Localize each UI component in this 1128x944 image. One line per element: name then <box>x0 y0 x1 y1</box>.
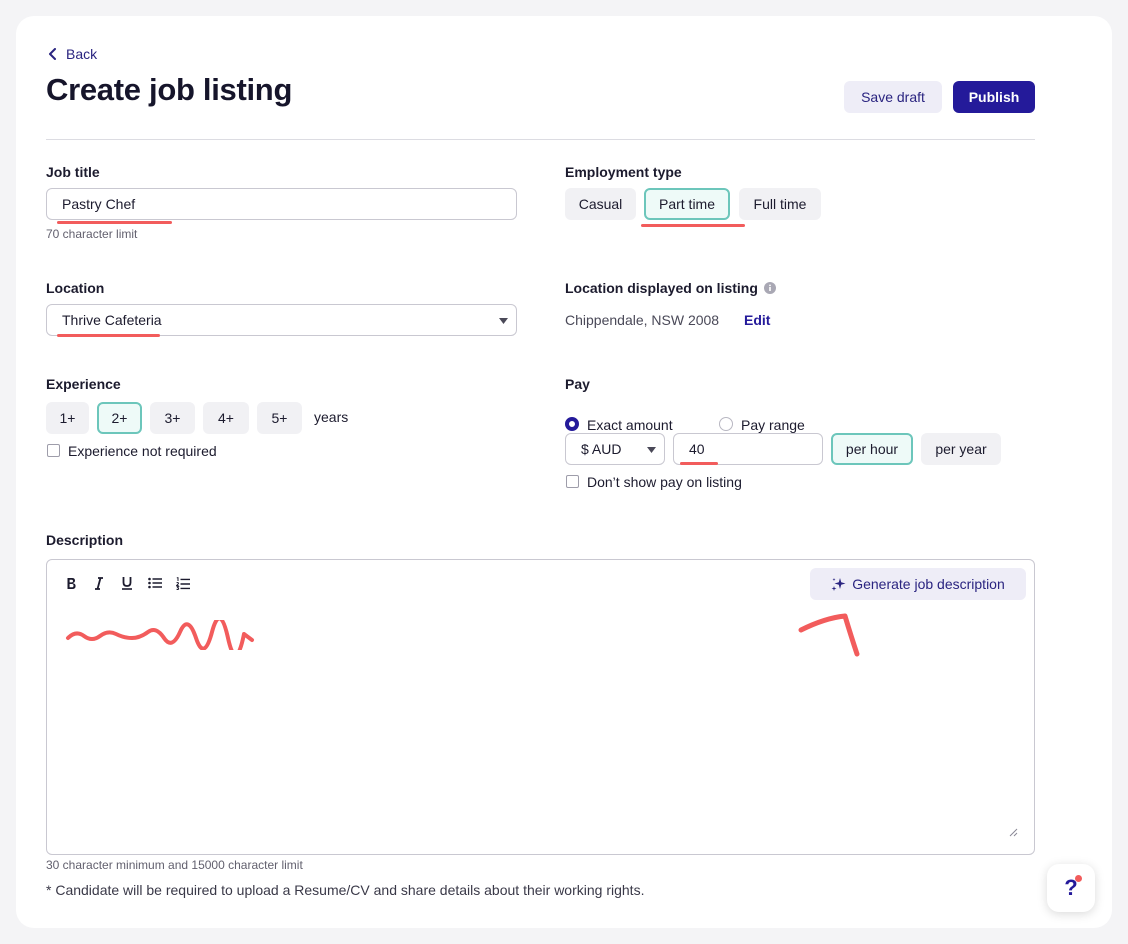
caret-down-icon <box>499 318 508 324</box>
location-displayed-value: Chippendale, NSW 2008 <box>565 312 720 328</box>
experience-unit: years <box>314 409 349 425</box>
save-draft-button[interactable]: Save draft <box>844 81 942 113</box>
header-divider <box>46 139 1035 140</box>
description-label: Description <box>46 532 124 548</box>
experience-option-3[interactable]: 3+ <box>150 402 195 434</box>
employment-casual-option[interactable]: Casual <box>565 188 636 220</box>
page-title: Create job listing <box>46 72 293 107</box>
location-edit-link[interactable]: Edit <box>744 312 770 328</box>
editor-toolbar <box>61 573 193 593</box>
back-link[interactable]: Back <box>48 46 97 62</box>
pay-per-hour-option[interactable]: per hour <box>831 433 913 465</box>
underline-icon[interactable] <box>117 573 137 593</box>
job-title-input[interactable]: Pastry Chef <box>46 188 517 220</box>
job-title-label: Job title <box>46 164 100 180</box>
back-label: Back <box>66 46 98 62</box>
help-button[interactable]: ? <box>1047 864 1095 912</box>
hide-pay-checkbox[interactable] <box>566 475 579 488</box>
pay-amount-input[interactable]: 40 <box>673 433 823 465</box>
pay-label: Pay <box>565 376 590 392</box>
currency-select[interactable]: $ AUD <box>565 433 665 465</box>
currency-value: $ AUD <box>581 441 622 457</box>
annotation-squiggle <box>66 620 254 650</box>
experience-label: Experience <box>46 376 121 392</box>
experience-option-2[interactable]: 2+ <box>97 402 142 434</box>
annotation-underline <box>57 221 172 224</box>
annotation-arrow <box>798 613 860 657</box>
employment-type-label: Employment type <box>565 164 682 180</box>
location-select[interactable]: Thrive Cafeteria <box>46 304 517 336</box>
notification-dot <box>1075 875 1082 882</box>
location-displayed-label: Location displayed on listing <box>565 280 758 296</box>
chevron-left-icon <box>49 48 56 60</box>
pay-amount-value: 40 <box>689 441 705 457</box>
sparkles-icon <box>831 577 846 591</box>
experience-option-4[interactable]: 4+ <box>203 402 249 434</box>
publish-button[interactable]: Publish <box>953 81 1035 113</box>
annotation-underline <box>57 334 160 337</box>
experience-option-1[interactable]: 1+ <box>46 402 89 434</box>
generate-description-label: Generate job description <box>852 576 1005 592</box>
hide-pay-label: Don’t show pay on listing <box>587 474 742 490</box>
pay-exact-label: Exact amount <box>587 417 673 433</box>
pay-exact-radio[interactable] <box>565 417 579 431</box>
location-displayed-heading: Location displayed on listing <box>565 280 776 296</box>
location-label: Location <box>46 280 105 296</box>
generate-description-button[interactable]: Generate job description <box>810 568 1026 600</box>
bulleted-list-icon[interactable] <box>145 573 165 593</box>
location-value: Thrive Cafeteria <box>62 312 162 328</box>
description-editor[interactable] <box>46 559 1035 855</box>
employment-part-time-option[interactable]: Part time <box>644 188 730 220</box>
info-icon[interactable] <box>763 282 776 294</box>
job-title-value: Pastry Chef <box>62 196 136 212</box>
experience-option-5[interactable]: 5+ <box>257 402 302 434</box>
caret-down-icon <box>647 447 656 453</box>
resize-handle-icon[interactable] <box>1008 827 1018 837</box>
numbered-list-icon[interactable] <box>173 573 193 593</box>
experience-not-required-label: Experience not required <box>68 443 217 459</box>
employment-full-time-option[interactable]: Full time <box>739 188 821 220</box>
italic-icon[interactable] <box>89 573 109 593</box>
pay-range-label: Pay range <box>741 417 805 433</box>
description-hint: 30 character minimum and 15000 character… <box>46 858 303 872</box>
annotation-underline <box>680 462 718 465</box>
description-footnote: * Candidate will be required to upload a… <box>46 882 645 898</box>
pay-per-year-option[interactable]: per year <box>921 433 1001 465</box>
annotation-underline <box>641 224 745 227</box>
experience-not-required-checkbox[interactable] <box>47 444 60 457</box>
job-title-hint: 70 character limit <box>46 227 138 241</box>
bold-icon[interactable] <box>61 573 81 593</box>
pay-range-radio[interactable] <box>719 417 733 431</box>
